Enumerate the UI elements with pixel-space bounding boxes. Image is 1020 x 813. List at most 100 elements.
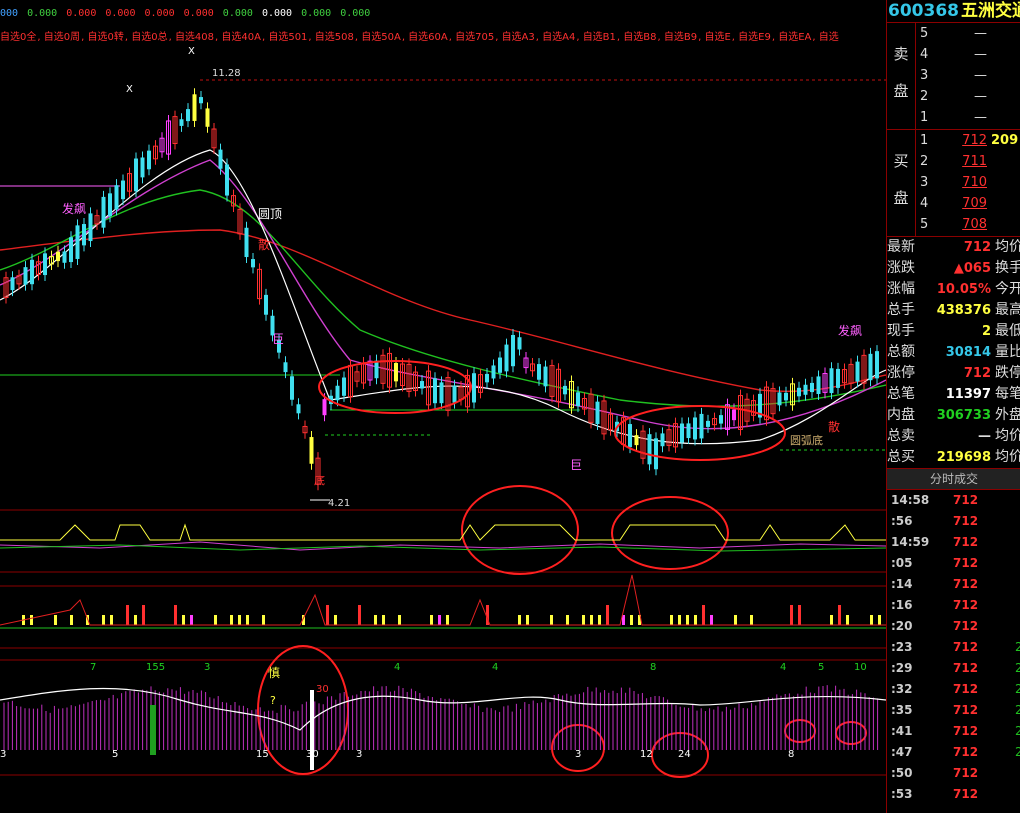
top-value: 0.000 [183,8,214,19]
kline-chart-area[interactable] [0,0,886,813]
watchlist-item[interactable]: 自选E [704,32,730,42]
candle-body [563,385,567,395]
candle-body [88,213,93,242]
watchlist-item[interactable]: 自选0转 [87,32,123,42]
candle-body [309,437,314,464]
candle-body [140,157,145,178]
candle-body [732,409,736,421]
watchlist-item[interactable]: 自选A4 [542,32,575,42]
candle-body [836,368,840,388]
candle-body [686,423,691,439]
question-label: ? [270,694,276,707]
candle-body [43,253,47,276]
stat-row: 涨停712跌停 [887,365,1020,381]
candle-body [439,382,444,404]
candle-body [706,420,710,427]
candle-body [868,353,873,381]
indicator-bar [126,605,129,625]
buy-row[interactable]: 4 709 [887,193,1020,214]
buy-book: 买 盘 1 712 209 2 711 3 710 4 709 5 708 [887,129,1020,236]
buy-row[interactable]: 5 708 [887,214,1020,235]
buy-row[interactable]: 1 712 209 [887,130,1020,151]
candle-body [296,404,301,414]
candle-body [251,259,255,268]
watchlist-item[interactable]: 自选40A [221,32,261,42]
sell-book: 卖 盘 5— 4— 3— 2— 1— [887,22,1020,129]
watchlist-tabs: 自选0全, 自选0周, 自选0转, 自选0总, 自选408, 自选40A, 自选… [0,32,839,42]
indicator-bar [134,615,137,625]
watchlist-item[interactable]: 自选501 [268,32,307,42]
ju-label-2: 巨 [570,458,583,472]
ticks-tab[interactable]: 分时成交 [887,468,1020,490]
lower-num-bottom: 30 [306,749,319,760]
candle-body [576,392,580,407]
sell-row: 1— [920,110,987,125]
candle-body [374,360,379,379]
lower-num-bottom: 5 [112,749,119,760]
indicator-bar [790,605,793,625]
watchlist-item[interactable]: 自选0周 [44,32,80,42]
x-marker: X [188,46,195,57]
ticks-list: 14:58 712 :56 712 14:59 712 :05 712 :14 712 :… [887,490,1020,805]
buy-row[interactable]: 3 710 [887,172,1020,193]
tick-row: :357122 [891,703,1020,717]
watchlist-item[interactable]: 自选B1 [583,32,616,42]
watchlist-item[interactable]: 自选408 [175,32,214,42]
stock-title[interactable]: 600368五洲交通 [887,0,1020,22]
candle-body [199,97,203,104]
candle-body [225,164,229,196]
stat-row: 总笔11397每笔 [887,386,1020,402]
di-label: 底 [314,474,325,487]
tick-row: :16 712 [891,598,979,612]
watchlist-item[interactable]: 自选60A [408,32,448,42]
watchlist-item[interactable]: 自选0全 [0,32,36,42]
sell-row: 3— [920,68,987,83]
watchlist-item[interactable]: 自选 [819,32,839,42]
indicator-bar [710,615,713,625]
candle-body [75,225,80,259]
quote-stats: 最新712均价 涨跌▲065换手 涨幅10.05%今开 总手438376最高 现… [887,236,1020,468]
tick-row: :297122 [891,661,1020,675]
indicator-values-row: 000 0.000 0.000 0.000 0.000 0.000 0.000 … [0,8,373,22]
tick-row: :327122 [891,682,1020,696]
lower-num-top: 7 [90,662,97,673]
candle-body [485,373,489,383]
watchlist-item[interactable]: 自选B9 [664,32,697,42]
watchlist-item[interactable]: 自选0总 [131,32,167,42]
indicator-bar [238,615,241,625]
watchlist-item[interactable]: 自选B8 [623,32,656,42]
indicator-bar [102,615,105,625]
san-label-2: 散 [828,420,841,434]
watchlist-item[interactable]: 自选E9 [738,32,771,42]
watchlist-item[interactable]: 自选508 [315,32,354,42]
lower-num-top: 4 [492,662,499,673]
buy-row[interactable]: 2 711 [887,151,1020,172]
stat-row: 总买219698均价 [887,449,1020,465]
fafa-label: 发飙 [62,202,87,216]
lower-num-bottom: 12 [640,749,653,760]
candle-body [855,361,860,382]
indicator-bar [182,615,185,625]
low-price-label: 4.21 [328,498,351,509]
watchlist-item[interactable]: 自选705 [455,32,494,42]
tick-row: :14 712 [891,577,979,591]
tick-row: :237122 [891,640,1020,654]
san-label: 散 [258,238,271,252]
candle-body [693,417,697,440]
lower-num-top: 8 [650,662,657,673]
watchlist-item[interactable]: 自选A3 [502,32,535,42]
tick-row: :53 712 [891,787,979,801]
watchlist-item[interactable]: 自选EA [778,32,811,42]
watchlist-item[interactable]: 自选50A [361,32,401,42]
indicator-bar [358,605,361,625]
indicator-bar [830,615,833,625]
tick-row: :417122 [891,724,1020,738]
top-value: 0.000 [105,8,136,19]
lower-num-bottom: 3 [356,749,363,760]
candle-body [420,381,424,389]
lower-num-top: 3 [204,662,211,673]
candle-body [777,392,782,406]
candle-body [82,224,86,246]
candle-body [875,351,879,379]
tick-row: 14:59 712 [891,535,979,549]
